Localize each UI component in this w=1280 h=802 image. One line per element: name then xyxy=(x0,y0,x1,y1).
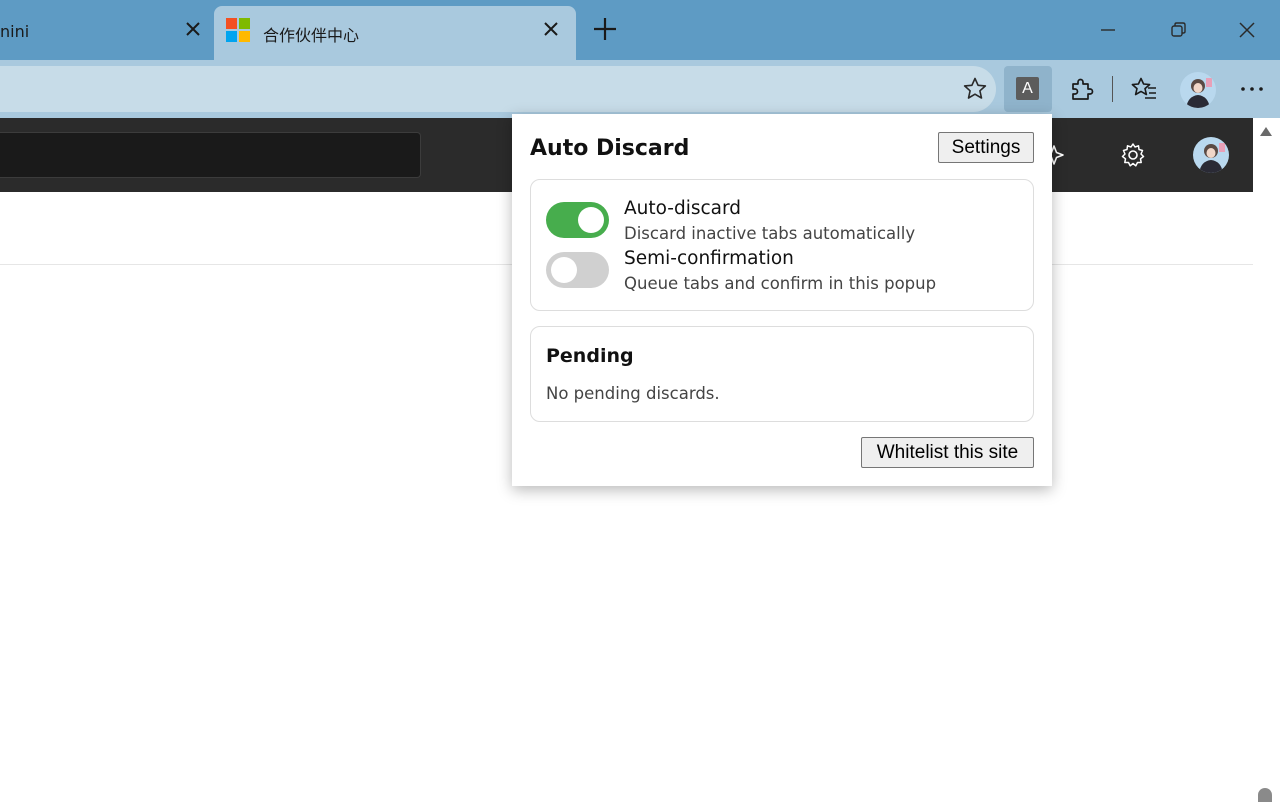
settings-gear-icon[interactable] xyxy=(1118,140,1148,170)
browser-title-bar: nini 合作伙伴中心 xyxy=(0,0,1280,60)
tab-close-icon[interactable] xyxy=(180,16,206,42)
whitelist-site-button[interactable]: Whitelist this site xyxy=(861,437,1034,468)
pending-empty-message: No pending discards. xyxy=(546,384,720,403)
auto-discard-label: Auto-discard xyxy=(624,198,742,219)
semi-confirmation-toggle[interactable] xyxy=(546,252,609,288)
pending-heading: Pending xyxy=(546,345,634,367)
favorites-icon[interactable] xyxy=(1130,75,1158,103)
semi-confirmation-description: Queue tabs and confirm in this popup xyxy=(624,274,937,293)
popup-title: Auto Discard xyxy=(530,136,690,161)
window-close-icon[interactable] xyxy=(1231,14,1263,46)
auto-discard-extension-icon: A xyxy=(1016,77,1039,100)
more-options-icon[interactable] xyxy=(1238,75,1266,103)
pending-card: Pending No pending discards. xyxy=(530,326,1034,422)
toggle-knob xyxy=(578,207,604,233)
tab-title: nini xyxy=(0,22,30,41)
tab-title: 合作伙伴中心 xyxy=(263,26,360,45)
tab-close-icon[interactable] xyxy=(538,16,564,42)
auto-discard-toggle[interactable] xyxy=(546,202,609,238)
restore-icon[interactable] xyxy=(1162,14,1194,46)
new-tab-plus-icon[interactable] xyxy=(590,14,620,44)
settings-button[interactable]: Settings xyxy=(938,132,1034,163)
semi-confirmation-label: Semi-confirmation xyxy=(624,248,794,269)
scroll-up-arrow-icon[interactable] xyxy=(1260,127,1272,136)
tab-previous[interactable]: nini xyxy=(0,6,212,60)
tab-active[interactable]: 合作伙伴中心 xyxy=(214,6,576,60)
minimize-icon[interactable] xyxy=(1092,14,1124,46)
auto-discard-popup: Auto Discard Settings Auto-discard Disca… xyxy=(512,114,1052,486)
profile-avatar[interactable] xyxy=(1180,72,1216,108)
user-avatar[interactable] xyxy=(1193,137,1229,173)
toolbar-divider xyxy=(1112,76,1113,102)
browser-toolbar: A xyxy=(0,60,1280,118)
microsoft-logo-icon xyxy=(226,18,250,42)
profile-avatar-image xyxy=(1180,72,1216,108)
favorite-star-icon[interactable] xyxy=(962,76,988,102)
auto-discard-description: Discard inactive tabs automatically xyxy=(624,224,916,243)
page-search-box[interactable] xyxy=(0,132,421,178)
toggle-knob xyxy=(551,257,577,283)
address-bar[interactable] xyxy=(0,66,996,112)
options-card: Auto-discard Discard inactive tabs autom… xyxy=(530,179,1034,311)
page-scrollbar[interactable] xyxy=(1253,118,1280,802)
auto-discard-extension-button[interactable]: A xyxy=(1004,66,1052,112)
extensions-puzzle-icon[interactable] xyxy=(1068,75,1096,103)
user-avatar-image xyxy=(1193,137,1229,173)
